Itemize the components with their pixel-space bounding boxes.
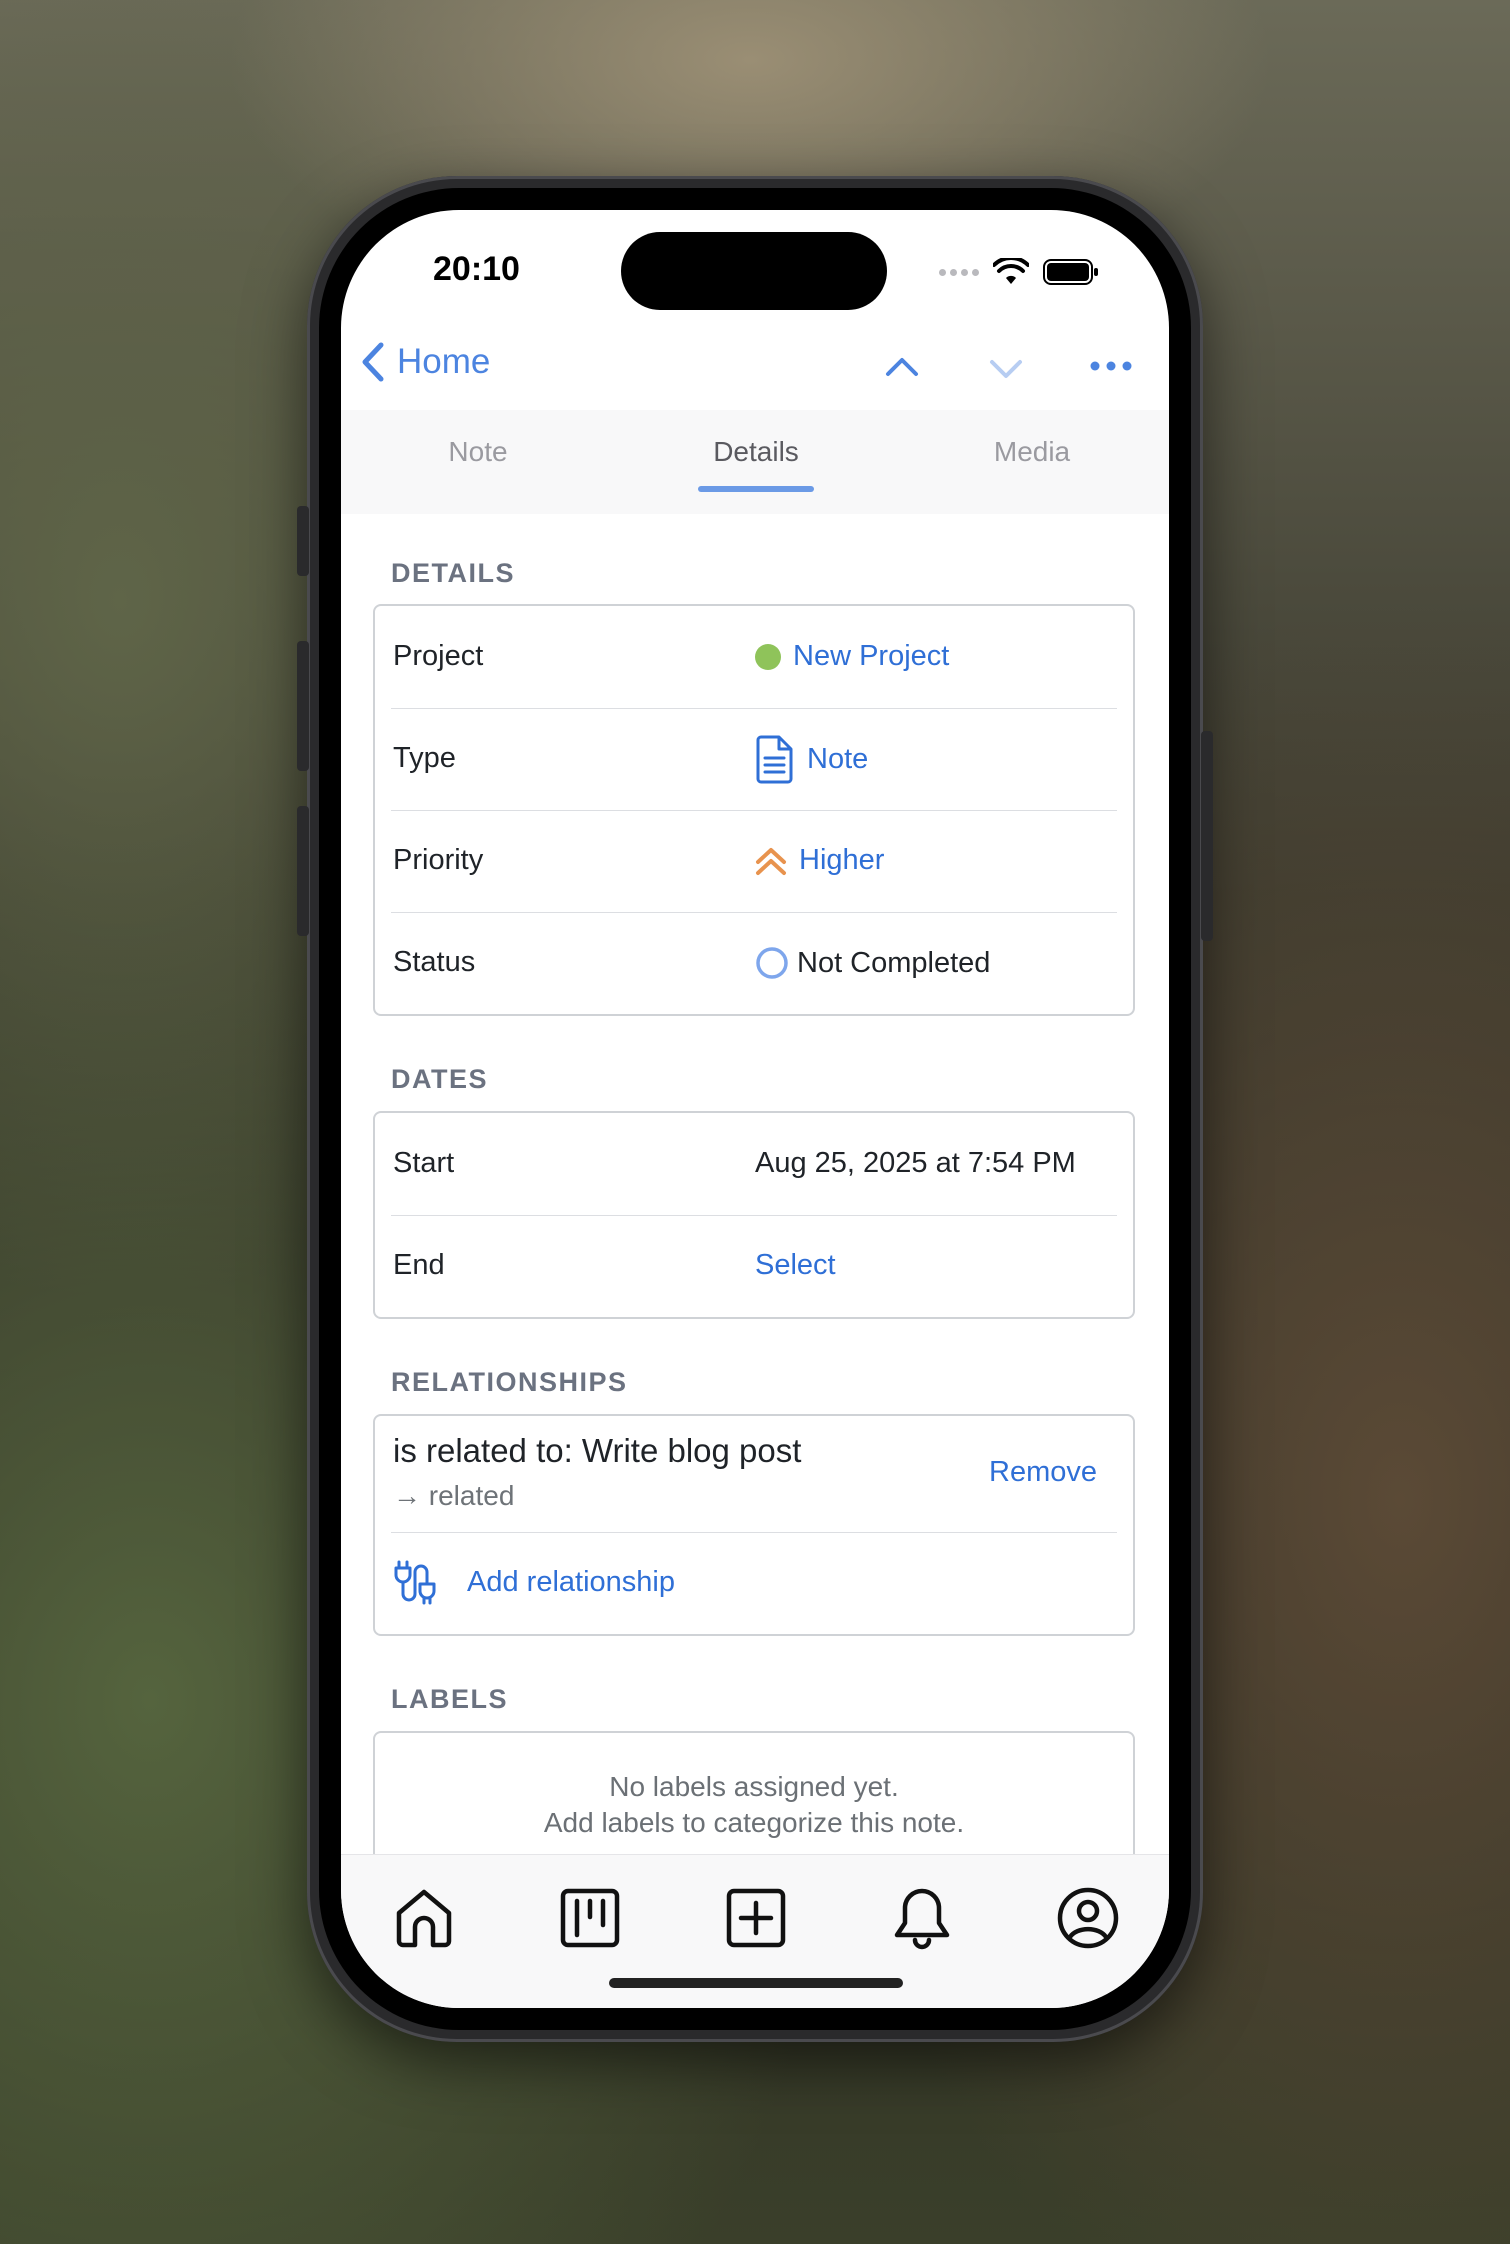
labels-section-title: LABELS xyxy=(391,1684,508,1714)
tab-media[interactable]: Media xyxy=(994,436,1070,468)
end-date-row[interactable]: End Select xyxy=(375,1215,1133,1317)
volume-up-button xyxy=(297,641,309,771)
start-label: Start xyxy=(393,1147,455,1179)
dates-card: Start Aug 25, 2025 at 7:54 PM End Select xyxy=(373,1111,1135,1319)
remove-relationship-button[interactable]: Remove xyxy=(989,1456,1097,1489)
end-date-select[interactable]: Select xyxy=(755,1249,836,1282)
status-name: Not Completed xyxy=(797,946,991,979)
navigation-bar: Home xyxy=(341,330,1169,410)
type-name: Note xyxy=(807,742,869,775)
more-options-icon[interactable] xyxy=(1089,358,1133,374)
project-row[interactable]: Project New Project xyxy=(375,606,1133,708)
labels-card: No labels assigned yet. Add labels to ca… xyxy=(373,1731,1135,1854)
green-dot-icon xyxy=(755,643,781,670)
next-item-icon[interactable] xyxy=(988,350,1024,386)
back-label: Home xyxy=(397,342,491,381)
start-date-row[interactable]: Start Aug 25, 2025 at 7:54 PM xyxy=(375,1113,1133,1215)
relationships-section-title: RELATIONSHIPS xyxy=(391,1367,628,1397)
board-icon[interactable] xyxy=(555,1883,625,1953)
cellular-signal-icon xyxy=(939,268,979,276)
back-button[interactable]: Home xyxy=(361,342,490,382)
chevron-left-icon xyxy=(362,342,384,382)
labels-empty-line-1: No labels assigned yet. xyxy=(609,1771,899,1802)
add-relationship-label: Add relationship xyxy=(467,1565,675,1598)
priority-label: Priority xyxy=(393,844,484,876)
power-button xyxy=(1201,731,1213,941)
dynamic-island xyxy=(621,232,887,310)
home-indicator[interactable] xyxy=(609,1978,903,1988)
type-row[interactable]: Type Note xyxy=(375,708,1133,810)
segmented-tabs: Note Details Media xyxy=(341,410,1169,515)
wifi-icon xyxy=(993,258,1029,284)
details-content[interactable]: DETAILS Project New Project Type Note Pr… xyxy=(341,514,1169,1854)
labels-empty-state: No labels assigned yet. Add labels to ca… xyxy=(375,1733,1133,1841)
labels-empty-line-2: Add labels to categorize this note. xyxy=(543,1807,965,1838)
details-section-title: DETAILS xyxy=(391,558,515,588)
add-relationship-button[interactable]: Add relationship xyxy=(375,1532,1133,1634)
relationship-item[interactable]: is related to: Write blog post → related… xyxy=(375,1416,1133,1532)
priority-value[interactable]: Higher xyxy=(755,844,884,877)
add-square-icon[interactable] xyxy=(721,1883,791,1953)
home-icon[interactable] xyxy=(389,1883,459,1953)
active-tab-indicator xyxy=(698,486,814,492)
status-row[interactable]: Status Not Completed xyxy=(375,912,1133,1014)
dates-section-title: DATES xyxy=(391,1064,489,1094)
document-icon xyxy=(756,735,793,784)
priority-name: Higher xyxy=(799,844,885,876)
relationship-subtitle: → related xyxy=(393,1480,515,1511)
status-time: 20:10 xyxy=(433,250,520,288)
profile-icon[interactable] xyxy=(1053,1883,1123,1953)
bell-icon[interactable] xyxy=(887,1883,957,1953)
project-name: New Project xyxy=(793,640,950,672)
volume-down-button xyxy=(297,806,309,936)
tab-details[interactable]: Details xyxy=(713,436,799,468)
start-date-value[interactable]: Aug 25, 2025 at 7:54 PM xyxy=(755,1147,1076,1180)
plug-connection-icon xyxy=(394,1560,436,1605)
add-relationship-content: Add relationship xyxy=(393,1558,675,1606)
empty-circle-icon xyxy=(756,947,788,979)
phone-frame: 20:10 Home Note Details Media DETAILS Pr… xyxy=(297,176,1213,2042)
status-label: Status xyxy=(393,946,476,978)
previous-item-icon[interactable] xyxy=(884,350,920,386)
relationships-card: is related to: Write blog post → related… xyxy=(373,1414,1135,1636)
tab-note[interactable]: Note xyxy=(448,436,507,468)
action-button xyxy=(297,506,309,576)
project-value[interactable]: New Project xyxy=(755,640,949,673)
status-value[interactable]: Not Completed xyxy=(755,946,990,980)
status-icons xyxy=(939,258,1099,286)
battery-icon xyxy=(1043,259,1098,285)
details-card: Project New Project Type Note Priority H… xyxy=(373,604,1135,1016)
relationship-title: is related to: Write blog post xyxy=(393,1432,802,1469)
priority-row[interactable]: Priority Higher xyxy=(375,810,1133,912)
end-label: End xyxy=(393,1249,445,1281)
project-label: Project xyxy=(393,640,484,672)
screen: 20:10 Home Note Details Media DETAILS Pr… xyxy=(341,210,1169,2008)
double-chevron-up-icon xyxy=(756,847,786,875)
type-label: Type xyxy=(393,742,456,774)
type-value[interactable]: Note xyxy=(755,734,868,784)
